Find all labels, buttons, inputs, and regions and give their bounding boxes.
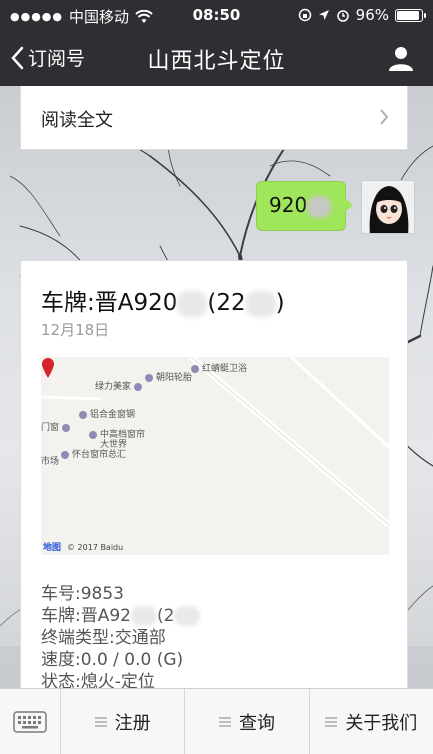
redaction-blur: [177, 290, 208, 317]
location-message-card[interactable]: 车牌:晋A920 (22) 12月18日 红蜻蜓卫浴 朝阳轮胎 绿力美家 铝合金窗…: [20, 260, 408, 688]
info-status: 状态:熄火-定位: [41, 672, 155, 688]
battery-icon: [395, 8, 426, 22]
redaction-blur: [307, 195, 332, 218]
location-arrow-icon: [318, 10, 329, 20]
map-copyright: © 2017 Baidu: [67, 543, 124, 552]
keyboard-icon: [13, 710, 47, 733]
outgoing-message-text: 920: [269, 193, 332, 218]
chevron-right-icon: [380, 109, 389, 125]
keyboard-toggle-button[interactable]: [0, 689, 61, 754]
read-full-text-card[interactable]: 阅读全文: [20, 86, 408, 150]
status-bar: ●●●●● 中国移动 08:50 96%: [0, 0, 433, 30]
message-date: 12月18日: [41, 321, 110, 339]
avatar-image: [362, 181, 414, 233]
redaction-blur: [245, 290, 276, 317]
map-poi-label: 怀台窗帘总汇: [61, 447, 126, 460]
menu-register[interactable]: 注册: [61, 689, 186, 754]
menu-query[interactable]: 查询: [185, 689, 310, 754]
rotation-lock-icon: [298, 8, 311, 22]
location-pin-icon: [42, 358, 54, 378]
map-poi-label: 朝阳轮胎: [145, 370, 192, 383]
chat-area[interactable]: 阅读全文 920 车牌:晋A920 (22) 12月18日 红蜻蜓卫浴 朝阳轮胎…: [0, 86, 433, 688]
map-poi-label: 铝合金窗钢: [79, 407, 135, 420]
menu-register-label: 注册: [114, 712, 151, 734]
outgoing-message-bubble[interactable]: 920: [256, 181, 353, 231]
menu-lines-icon: [325, 716, 338, 727]
map-poi-label: 门窗: [41, 420, 73, 433]
map-thumbnail[interactable]: 红蜻蜓卫浴 朝阳轮胎 绿力美家 铝合金窗钢 门窗 中高档窗帘 大世界 怀台窗帘总…: [41, 357, 389, 555]
profile-icon[interactable]: [387, 44, 415, 72]
status-right: 96%: [298, 6, 426, 24]
read-full-text-label: 阅读全文: [41, 110, 113, 131]
menu-about-us[interactable]: 关于我们: [310, 689, 433, 754]
plate-title: 车牌:晋A920 (22): [41, 290, 285, 317]
bottom-menu-bar: 注册 查询 关于我们: [0, 688, 433, 754]
battery-percent: 96%: [355, 6, 389, 24]
map-poi-label: 绿力美家: [95, 379, 145, 392]
menu-lines-icon: [94, 716, 107, 727]
nav-bar: 订阅号 山西北斗定位: [0, 30, 433, 86]
menu-about-us-label: 关于我们: [345, 712, 418, 734]
menu-query-label: 查询: [238, 712, 275, 734]
menu-lines-icon: [218, 716, 231, 727]
redaction-blur: [174, 606, 201, 626]
page-title: 山西北斗定位: [147, 49, 286, 74]
map-poi-label: 市场: [41, 457, 60, 467]
alarm-icon: [336, 10, 349, 22]
avatar[interactable]: [361, 180, 415, 234]
baidu-map-logo: 地图: [43, 543, 62, 553]
map-poi-label: 红蜻蜓卫浴: [191, 361, 247, 374]
